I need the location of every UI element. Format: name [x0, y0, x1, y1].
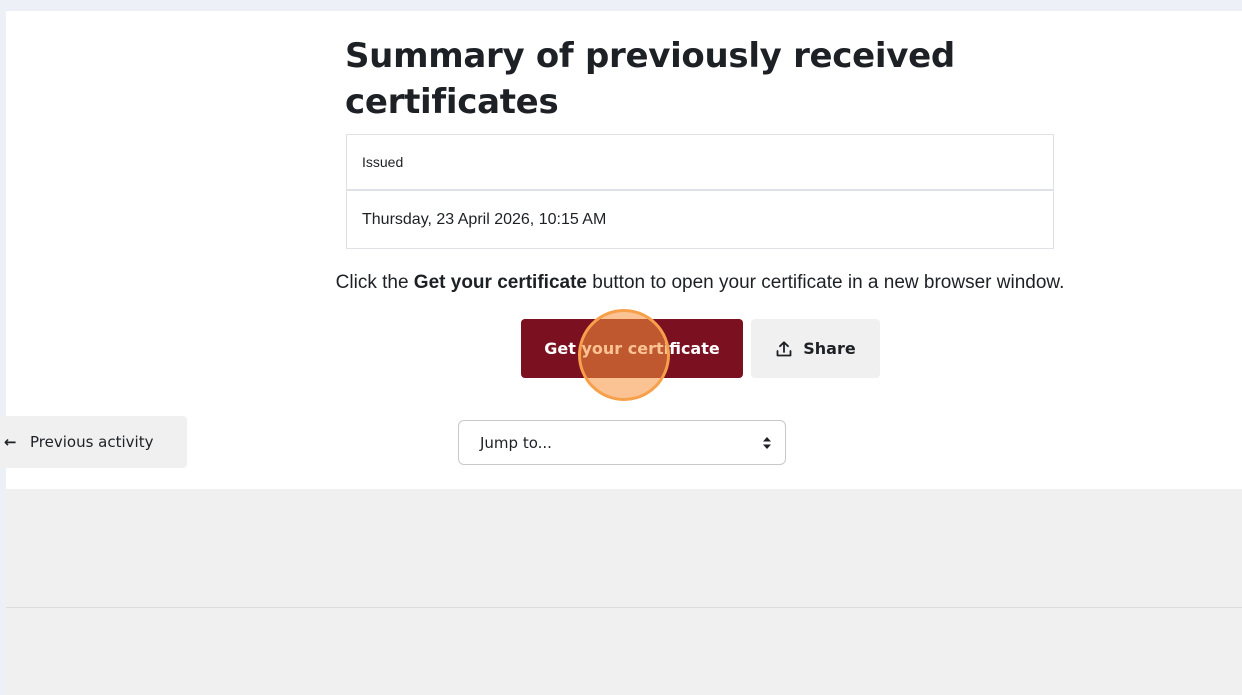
jump-to-select[interactable]: Jump to...: [458, 420, 786, 465]
instruction-prefix: Click the: [335, 272, 414, 293]
previous-activity-label: Previous activity: [30, 433, 154, 451]
sort-arrows-icon: [762, 436, 772, 450]
instruction-emphasis: Get your certificate: [413, 272, 587, 293]
page-title: Summary of previously received certifica…: [345, 36, 955, 122]
arrow-left-icon: ←: [4, 433, 17, 451]
page-footer: [6, 489, 1242, 695]
footer-divider: [6, 607, 1242, 608]
share-label: Share: [803, 339, 856, 358]
table-header-issued: Issued: [347, 135, 1053, 191]
certificates-table: Issued Thursday, 23 April 2026, 10:15 AM: [346, 134, 1054, 249]
share-button[interactable]: Share: [751, 319, 880, 378]
get-certificate-button[interactable]: Get your certificate: [521, 319, 743, 378]
previous-activity-link[interactable]: ← Previous activity: [0, 416, 187, 468]
table-cell-issued-date: Thursday, 23 April 2026, 10:15 AM: [362, 211, 607, 228]
jump-to-value: Jump to...: [480, 433, 552, 452]
upload-icon: [775, 340, 793, 358]
certificate-instruction: Click the Get your certificate button to…: [0, 270, 1242, 296]
instruction-suffix: button to open your certificate in a new…: [586, 272, 1065, 293]
